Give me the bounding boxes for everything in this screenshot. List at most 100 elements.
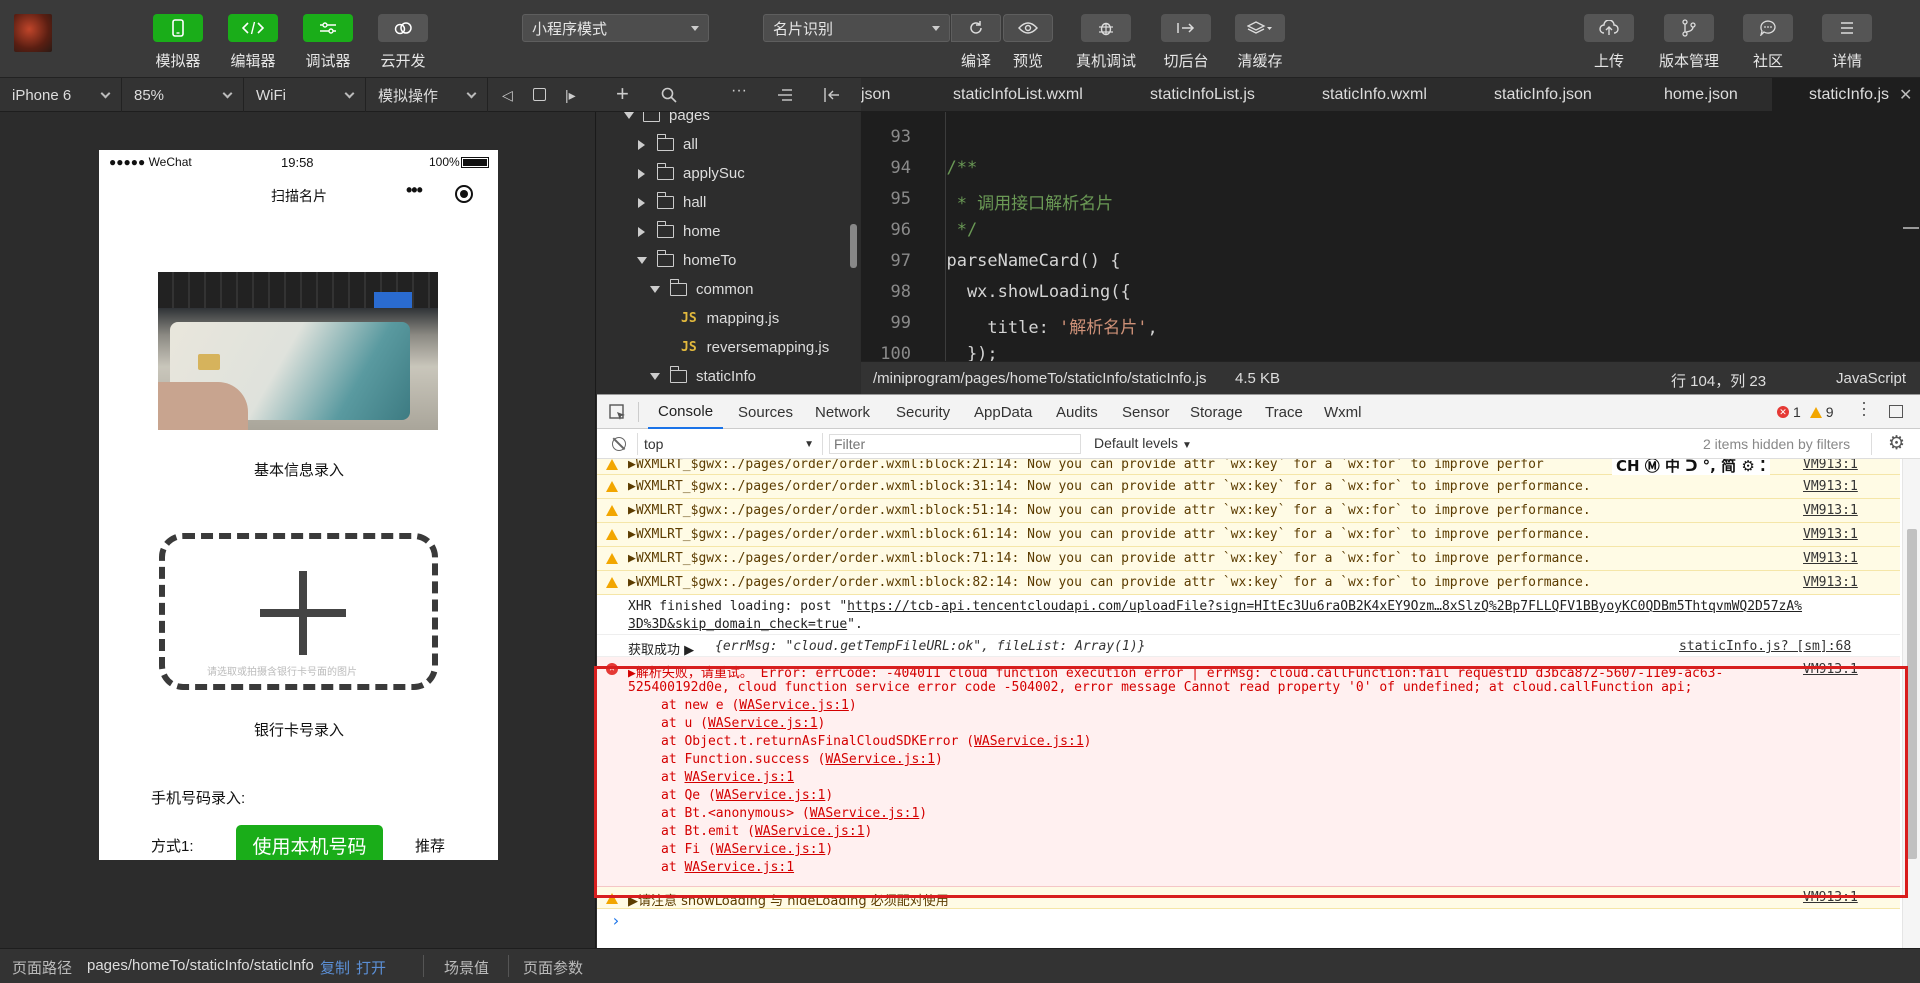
xhr-url-link[interactable]: https://tcb-api.tencentcloudapi.com/uplo… (847, 599, 1802, 614)
tab-staticinfo-js[interactable]: staticInfo.js ✕ (1772, 78, 1920, 111)
tab-network[interactable]: Network (815, 395, 870, 429)
tab-sources[interactable]: Sources (738, 395, 793, 429)
upload-button[interactable] (1584, 14, 1634, 42)
levels-select[interactable]: Default levels ▼ (1094, 435, 1192, 451)
operation-select[interactable]: 模拟操作 (366, 78, 488, 112)
tree-folder-hall[interactable]: hall (597, 188, 857, 217)
scene-value-button[interactable]: 场景值 (444, 957, 489, 978)
tree-folder-pages[interactable]: pages (597, 112, 857, 130)
device-select[interactable]: iPhone 6 (0, 78, 122, 112)
warning-source-link[interactable]: VM913:1 (1803, 551, 1858, 566)
page-params-button[interactable]: 页面参数 (523, 957, 583, 978)
details-button[interactable] (1822, 14, 1872, 42)
rotate-icon[interactable] (533, 88, 546, 101)
clear-console-icon[interactable] (612, 437, 626, 451)
inspect-element-icon[interactable] (609, 404, 627, 422)
more-icon[interactable]: ··· (731, 82, 747, 100)
language-mode[interactable]: JavaScript (1836, 370, 1906, 387)
volume-icon[interactable]: ◁ (502, 87, 513, 104)
open-link[interactable]: 打开 (356, 957, 386, 978)
preview-button[interactable] (1003, 14, 1053, 42)
kebab-menu-icon[interactable]: ··· (1855, 400, 1875, 418)
tab-console[interactable]: Console (648, 395, 724, 429)
warning-source-link[interactable]: VM913:1 (1803, 459, 1858, 472)
simulator-button[interactable] (153, 14, 203, 42)
success-object[interactable]: {errMsg: "cloud.getTempFileURL:ok", file… (715, 639, 1145, 654)
xhr-url-link[interactable]: 3D%3D&skip_domain_check=true (628, 617, 847, 632)
tab-appdata[interactable]: AppData (974, 395, 1032, 429)
console-settings-icon[interactable]: ⚙ (1888, 432, 1905, 455)
tree-folder-hometo[interactable]: homeTo (597, 246, 857, 275)
tab-audits[interactable]: Audits (1056, 395, 1098, 429)
add-file-icon[interactable]: + (616, 81, 629, 107)
background-button[interactable] (1161, 14, 1211, 42)
zoom-value: 85% (134, 86, 165, 104)
community-button[interactable] (1743, 14, 1793, 42)
warning-source-link[interactable]: VM913:1 (1803, 503, 1858, 518)
tree-scrollbar[interactable] (850, 224, 857, 268)
warning-source-link[interactable]: VM913:1 (1803, 479, 1858, 494)
error-count-badge[interactable]: ✕ 1 9 (1777, 404, 1834, 420)
caret-down-icon: ▼ (804, 438, 814, 450)
card-photo[interactable] (158, 272, 438, 430)
compile-mode-select[interactable]: 名片识别 (763, 14, 950, 42)
dock-icon[interactable] (1889, 405, 1903, 418)
tree-folder-home[interactable]: home (597, 217, 857, 246)
cursor-position[interactable]: 行 104，列 23 (1671, 370, 1766, 391)
zoom-select[interactable]: 85% (122, 78, 244, 112)
success-log-row[interactable]: 获取成功 ▶ {errMsg: "cloud.getTempFileURL:ok… (597, 635, 1900, 658)
tab-security[interactable]: Security (896, 395, 950, 429)
console-warning-row[interactable]: ▶WXMLRT_$gwx:./pages/order/order.wxml:bl… (597, 547, 1900, 571)
remote-debug-button[interactable] (1081, 14, 1131, 42)
compile-button[interactable] (951, 14, 1001, 42)
tab-wxml[interactable]: Wxml (1324, 395, 1362, 429)
version-button[interactable] (1664, 14, 1714, 42)
console-warning-row[interactable]: ▶WXMLRT_$gwx:./pages/order/order.wxml:bl… (597, 523, 1900, 547)
tree-folder-staticinfo[interactable]: staticInfo (597, 362, 857, 391)
filter-input[interactable] (829, 434, 1081, 454)
sort-icon[interactable] (777, 88, 793, 102)
tree-folder-common[interactable]: common (597, 275, 857, 304)
use-phone-number-button[interactable]: 使用本机号码 (236, 825, 383, 860)
mode-select[interactable]: 小程序模式 (522, 14, 709, 42)
tree-file-mapping[interactable]: JS mapping.js (597, 304, 857, 333)
tab-storage[interactable]: Storage (1190, 395, 1243, 429)
tab-home-json[interactable]: home.json (1664, 78, 1738, 111)
console-warning-row[interactable]: ▶WXMLRT_$gwx:./pages/order/order.wxml:bl… (597, 571, 1900, 595)
network-select[interactable]: WiFi (244, 78, 366, 112)
success-source-link[interactable]: staticInfo.js? [sm]:68 (1679, 639, 1851, 654)
console-prompt[interactable]: › (611, 911, 621, 930)
copy-link[interactable]: 复制 (320, 957, 350, 978)
expanded-icon (650, 286, 660, 293)
more-dots-icon[interactable]: ••• (406, 180, 423, 201)
split-icon[interactable]: |▸ (565, 87, 576, 104)
warning-source-link[interactable]: VM913:1 (1803, 527, 1858, 542)
tab-staticinfolist-js[interactable]: staticInfoList.js (1150, 78, 1255, 111)
remote-debug-label: 真机调试 (1075, 53, 1136, 70)
tab-staticinfo-wxml[interactable]: staticInfo.wxml (1322, 78, 1427, 111)
search-icon[interactable] (661, 87, 677, 103)
avatar[interactable] (14, 14, 52, 52)
collapse-icon[interactable] (823, 87, 841, 103)
tree-file-reversemapping[interactable]: JS reversemapping.js (597, 333, 857, 362)
tab-trace[interactable]: Trace (1265, 395, 1303, 429)
tab-sensor[interactable]: Sensor (1122, 395, 1170, 429)
code-editor[interactable]: 93 94 95 96 97 98 99 100 /** * 调用接口解析名片 … (861, 112, 1920, 361)
ime-toolbar-overlay[interactable]: CH Ⓜ 中 ᑐ °, 简 ⚙ ⁚ (1612, 459, 1770, 476)
context-select[interactable]: top ▼ (644, 435, 814, 453)
tab-staticinfolist-wxml[interactable]: staticInfoList.wxml (953, 78, 1083, 111)
clear-cache-button[interactable] (1235, 14, 1285, 42)
upload-card-box[interactable]: 请选取或拍摄含银行卡号面的图片 (159, 533, 438, 690)
editor-button[interactable] (228, 14, 278, 42)
tree-folder-applysuc[interactable]: applySuc (597, 159, 857, 188)
console-warning-row[interactable]: ▶WXMLRT_$gwx:./pages/order/order.wxml:bl… (597, 475, 1900, 499)
close-tab-icon[interactable]: ✕ (1899, 85, 1912, 105)
close-target-icon[interactable] (455, 185, 473, 203)
debugger-button[interactable] (303, 14, 353, 42)
tab-staticinfo-json[interactable]: staticInfo.json (1494, 78, 1592, 111)
tab-json[interactable]: json (861, 78, 921, 111)
console-warning-row[interactable]: ▶WXMLRT_$gwx:./pages/order/order.wxml:bl… (597, 499, 1900, 523)
warning-source-link[interactable]: VM913:1 (1803, 575, 1858, 590)
cloud-button[interactable] (378, 14, 428, 42)
tree-folder-all[interactable]: all (597, 130, 857, 159)
